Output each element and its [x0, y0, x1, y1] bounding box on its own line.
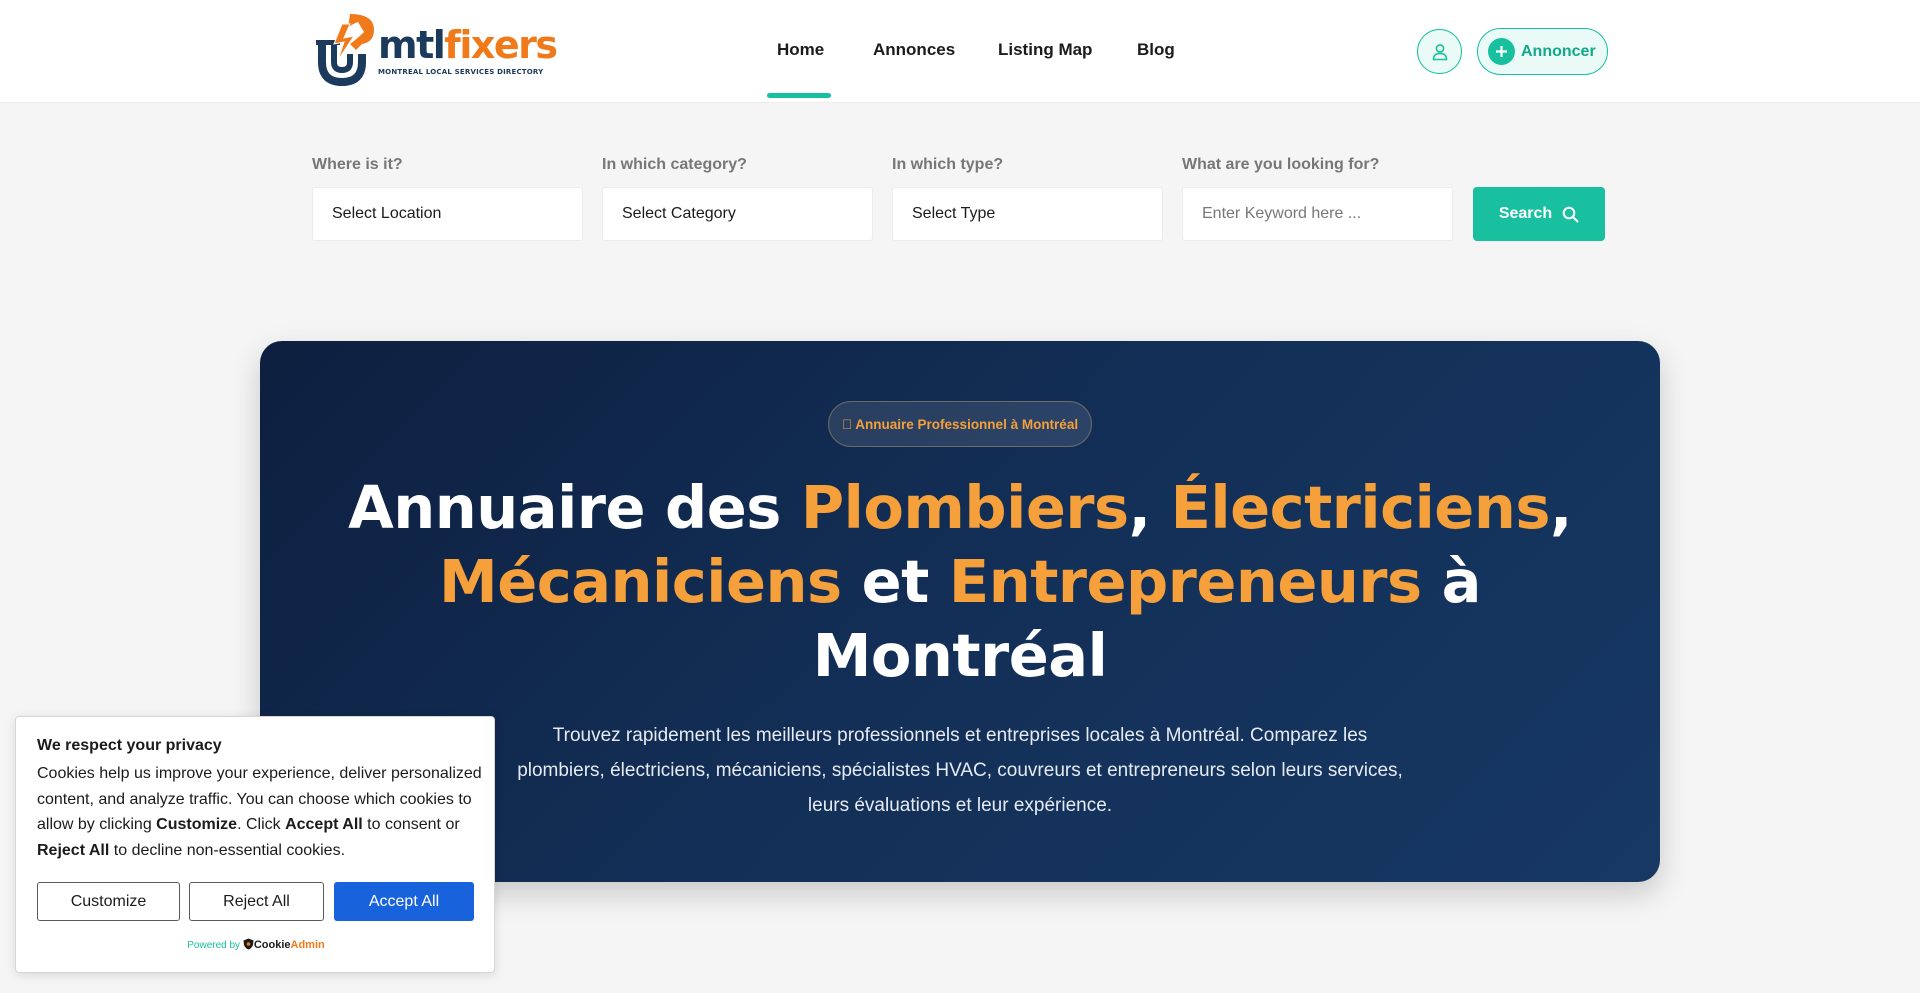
nav-listing-map[interactable]: Listing Map [998, 40, 1092, 60]
cookie-customize-button[interactable]: Customize [37, 882, 180, 921]
keyword-input[interactable] [1202, 205, 1432, 223]
hero-description: Trouvez rapidement les meilleurs profess… [517, 725, 1403, 816]
logo-tagline: MONTREAL LOCAL SERVICES DIRECTORY [378, 68, 544, 76]
nav-annonces[interactable]: Annonces [873, 40, 955, 60]
location-select-value: Select Location [332, 205, 442, 222]
site-header: mtlfixers MONTREAL LOCAL SERVICES DIRECT… [0, 0, 1920, 103]
keyword-label: What are you looking for? [1182, 156, 1380, 173]
location-select[interactable]: Select Location [312, 187, 583, 241]
cookie-title: We respect your privacy [37, 737, 222, 754]
user-account-button[interactable] [1417, 29, 1462, 74]
cookie-accept-all-button[interactable]: Accept All [334, 882, 474, 921]
site-logo[interactable]: mtlfixers MONTREAL LOCAL SERVICES DIRECT… [312, 10, 558, 88]
category-label: In which category? [602, 156, 747, 173]
category-select[interactable]: Select Category [602, 187, 873, 241]
type-label: In which type? [892, 156, 1004, 173]
cookie-text: Cookies help us improve your experience,… [37, 765, 482, 859]
cookie-powered-by[interactable]: Powered by CookieAdmin [16, 938, 496, 951]
cookie-reject-all-button[interactable]: Reject All [189, 882, 324, 921]
search-button-label: Search [1498, 205, 1553, 222]
nav-blog[interactable]: Blog [1137, 40, 1175, 60]
cookieadmin-shield-icon [243, 938, 254, 950]
plus-icon [1488, 38, 1515, 65]
keyword-field-wrapper [1182, 187, 1453, 241]
annoncer-label: Annoncer [1521, 42, 1596, 60]
user-icon [1432, 43, 1447, 60]
nav-home[interactable]: Home [777, 40, 824, 60]
category-select-value: Select Category [622, 205, 736, 222]
type-select-value: Select Type [912, 205, 996, 222]
nav-active-indicator [767, 93, 831, 98]
cookie-consent-banner: We respect your privacy Cookies help us … [15, 716, 495, 973]
hero-title: Annuaire des Plombiers, Électriciens, Mé… [348, 473, 1572, 690]
logo-wordmark: mtlfixers [378, 23, 558, 67]
search-icon [1562, 206, 1579, 222]
hero-badge:   Annuaire Professionnel à Montréal [828, 401, 1092, 447]
wrench-magnet-logo-icon [316, 14, 374, 87]
location-label: Where is it? [312, 156, 403, 173]
search-button[interactable]: Search [1473, 187, 1605, 241]
annoncer-button[interactable]: Annoncer [1477, 28, 1608, 75]
type-select[interactable]: Select Type [892, 187, 1163, 241]
